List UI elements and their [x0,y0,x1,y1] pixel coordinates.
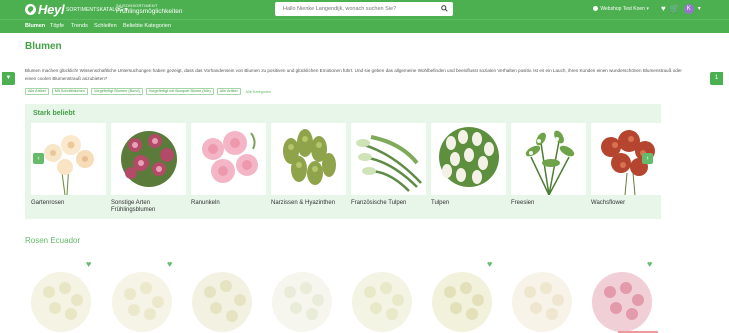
product-card[interactable]: ♥ [586,258,658,333]
nav-item-toepfe[interactable]: Töpfe [50,23,64,29]
leaf-icon [25,4,36,15]
avatar[interactable]: K [683,4,694,14]
category-label: Narzissen & Hyazinthen [271,200,336,206]
flower-image [191,123,266,195]
account-menu[interactable]: Webshop Test Koen ▾ [593,6,649,12]
flower-image [351,123,426,195]
header-icons: ♥ 🛒 K ▾ [661,3,701,15]
category-label: Tulpen [431,200,450,206]
category-card-wachsflower[interactable]: Wachsflower [591,123,666,207]
logo-text: Heyl [38,2,65,17]
product-card[interactable]: ♥ [106,258,178,333]
page-title: Blumen [25,41,62,52]
product-image [352,272,412,332]
favorite-heart-icon[interactable]: ♥ [86,260,95,269]
category-description: Blumen machen glücklich! Wissenschaftlic… [25,68,682,81]
flower-image [591,123,666,195]
product-card[interactable] [266,258,338,333]
popular-carousel: Stark beliebt Gartenrosen Sonstige Arten… [25,104,666,219]
product-card[interactable]: ♥ [426,258,498,333]
search-box[interactable] [275,2,453,16]
flower-image [511,123,586,195]
top-header: Heyl SORTIMENTSKATALOG ▾ SAISONSORTIMENT… [0,0,729,19]
favorite-heart-icon[interactable]: ♥ [647,260,656,269]
category-label: Gartenrosen [31,200,65,206]
category-label: Sonstige Arten Frühlingsblumen [111,200,156,213]
filter-chip[interactable]: Vorgefertigt mit Bouquet Blume (Mix) [145,88,214,95]
filter-chip[interactable]: Vorgefertigt Blumen (Bund) [90,88,143,95]
product-card[interactable] [186,258,258,333]
sortiment-label: SORTIMENTSKATALOG [66,7,124,13]
heart-icon[interactable]: ♥ [661,3,666,15]
nav-item-trends[interactable]: Trends [71,23,88,29]
nav-item-blumen[interactable]: Blumen [25,23,45,29]
product-image [112,272,172,332]
category-card-fruehlingsblumen[interactable]: Sonstige Arten Frühlingsblumen [111,123,186,214]
chevron-right-icon: › [646,155,649,162]
user-icon [593,6,598,12]
heyl-logo[interactable]: Heyl [25,2,65,17]
category-card-gartenrosen[interactable]: Gartenrosen [31,123,106,207]
carousel-prev-button[interactable]: ‹ [33,153,44,164]
product-card[interactable] [346,258,418,333]
category-label: Wachsflower [591,200,626,206]
counter-badge: 1 [714,75,719,81]
product-image [592,272,652,332]
search-input[interactable] [283,2,433,16]
chevron-left-icon: ‹ [37,155,40,162]
chevron-down-icon[interactable]: ▾ [698,3,701,15]
season-line2: Frühlingsmöglichkeiten [116,8,183,15]
category-card-freesien[interactable]: Freesien [511,123,586,207]
cart-icon[interactable]: 🛒 [670,3,680,15]
account-label: Webshop Test Koen [600,6,645,12]
category-card-narzissen[interactable]: Narzissen & Hyazinthen [271,123,346,207]
category-card-franzoesische-tulpen[interactable]: Französische Tulpen [351,123,426,207]
main-nav: Blumen Töpfe Trends Schleifen Beliebte K… [0,19,729,33]
category-card-tulpen[interactable]: Tulpen [431,123,506,207]
nav-item-beliebte-kategorien[interactable]: Beliebte Kategorien [123,23,171,29]
chevron-down-icon: ▾ [646,6,649,12]
right-drawer-tab[interactable]: 1 [710,72,723,85]
product-image [432,272,492,332]
filter-chip[interactable]: Mit Schnittblumen [51,88,88,95]
product-card[interactable]: ♥ [25,258,97,333]
product-image [192,272,252,332]
filter-chips: Alle Artikel Mit Schnittblumen Vorgefert… [25,88,271,95]
product-image [272,272,332,332]
popular-heading: Stark beliebt [33,110,76,117]
flower-image [431,123,506,195]
category-card-ranunkeln[interactable]: Ranunkeln [191,123,266,207]
category-label: Freesien [511,200,535,206]
season-menu[interactable]: SAISONSORTIMENT Frühlingsmöglichkeiten [116,3,182,15]
filter-chip[interactable]: Alle Artikel [25,88,49,95]
category-label: Französische Tulpen [351,200,407,206]
favorite-heart-icon[interactable]: ♥ [487,260,496,269]
category-label: Ranunkeln [191,200,220,206]
favorite-heart-icon[interactable]: ♥ [167,260,176,269]
chevron-down-icon: ▼ [5,75,12,81]
nav-item-schleifen[interactable]: Schleifen [94,23,117,29]
carousel-next-button[interactable]: › [642,153,653,164]
all-categories-link[interactable]: Alle Kategorien [246,90,272,94]
filter-chip[interactable]: Alle Artikel [216,88,241,95]
section-heading-rosen-ecuador: Rosen Ecuador [25,236,81,245]
flower-image [271,123,346,195]
product-card[interactable] [506,258,578,333]
product-image [512,272,572,332]
product-image [31,272,91,332]
search-icon[interactable] [441,5,448,12]
left-drawer-tab[interactable]: ▼ [2,72,15,85]
flower-image [111,123,186,195]
